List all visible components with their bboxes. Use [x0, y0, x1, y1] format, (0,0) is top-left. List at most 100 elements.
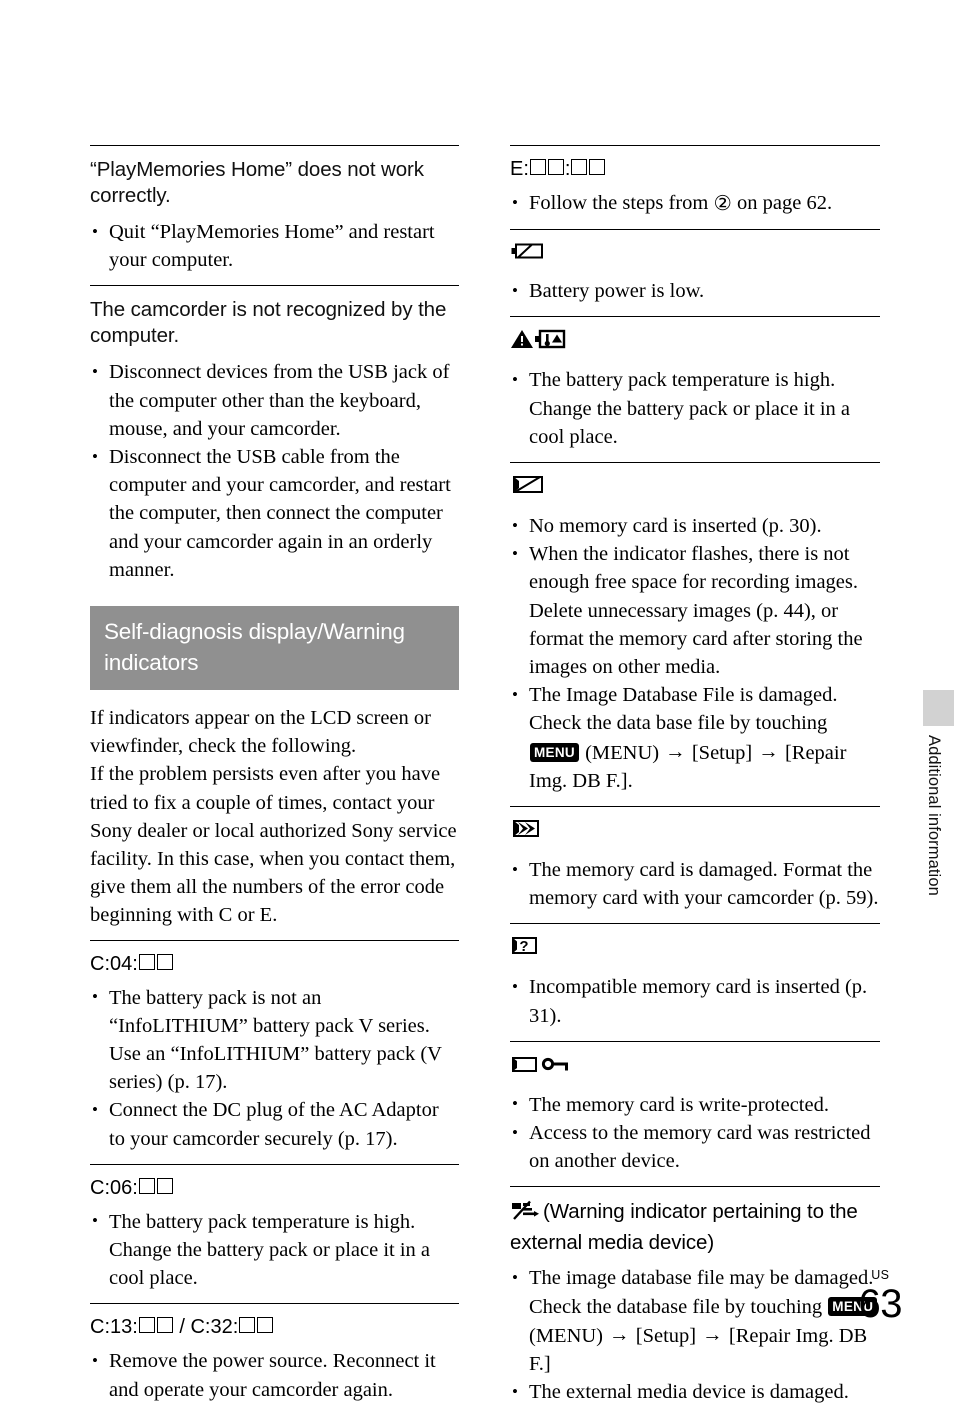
bullet-list-memory-card-damaged: The memory card is damaged. Format the m…: [510, 856, 880, 912]
section-divider: [510, 145, 880, 146]
heading-code-e: E::: [510, 156, 880, 182]
list-item: The memory card is write-protected.: [510, 1090, 880, 1119]
svg-text:?: ?: [519, 938, 528, 955]
section-divider: [510, 1186, 880, 1188]
section-divider: [510, 923, 880, 925]
heading-no-memory-card: [510, 474, 880, 505]
list-item: The battery pack temperature is high. Ch…: [510, 366, 880, 451]
memory-card-write-protect-icon: [510, 1053, 572, 1084]
text-fragment: The image database file may be damaged. …: [529, 1267, 874, 1318]
code-label-2: C:32:: [190, 1316, 239, 1339]
section-divider: [510, 462, 880, 464]
section-divider: [510, 1040, 880, 1042]
list-item: The battery pack is not an “InfoLITHIUM”…: [90, 983, 459, 1097]
section-divider: [90, 1303, 459, 1305]
list-item: Follow the steps from ② on page 62.: [510, 188, 880, 218]
section-divider: [90, 145, 459, 146]
arrow-icon: →: [609, 1323, 630, 1346]
no-memory-card-icon: [510, 474, 548, 505]
heading-code-c06: C:06:: [90, 1175, 459, 1201]
text-fragment: on page 62.: [731, 192, 833, 214]
list-item: Remove the power source. Reconnect it an…: [90, 1347, 459, 1403]
list-item: The memory card is damaged. Format the m…: [510, 856, 880, 912]
placeholder-square: [257, 1317, 274, 1334]
chapter-tab-marker: [923, 690, 954, 726]
intro-line-2: If the problem persists even after you h…: [90, 763, 457, 927]
section-divider: [510, 806, 880, 808]
bullet-list-battery-temperature: The battery pack temperature is high. Ch…: [510, 366, 880, 451]
placeholder-square: [156, 953, 173, 970]
list-item: Access to the memory card was restricted…: [510, 1119, 880, 1175]
placeholder-square: [239, 1317, 256, 1334]
folio-locale: US: [871, 1268, 890, 1282]
text-fragment: The Image Database File is damaged. Chec…: [529, 684, 838, 735]
placeholder-square: [529, 159, 546, 175]
list-item: The Image Database File is damaged. Chec…: [510, 681, 880, 795]
heading-memory-card-write-protected: [510, 1053, 880, 1084]
arrow-icon: →: [665, 740, 686, 763]
menu-badge[interactable]: MENU: [530, 743, 579, 763]
section-banner-self-diagnosis: Self-diagnosis display/Warning indicator…: [90, 606, 459, 691]
list-item: Quit “PlayMemories Home” and restart you…: [90, 217, 459, 274]
memory-card-incompatible-icon: ?: [510, 935, 542, 966]
heading-battery-low: [510, 241, 880, 270]
list-item: Connect the DC plug of the AC Adaptor to…: [90, 1096, 459, 1152]
bullet-list-no-memory-card: No memory card is inserted (p. 30). When…: [510, 512, 880, 795]
bullet-list-battery-low: Battery power is low.: [510, 277, 880, 305]
bullet-list-playmemories: Quit “PlayMemories Home” and restart you…: [90, 217, 459, 274]
heading-code-c13-c32: C:13: / C:32:: [90, 1314, 459, 1340]
text-fragment: (MENU): [529, 1324, 609, 1347]
placeholder-square: [138, 1177, 155, 1194]
code-label: E:: [510, 158, 529, 180]
page-folio: US 63: [859, 1268, 903, 1325]
list-item: Incompatible memory card is inserted (p.…: [510, 973, 880, 1029]
arrow-icon: →: [758, 740, 779, 763]
placeholder-square: [571, 159, 588, 175]
text-fragment: (MENU): [579, 741, 665, 764]
bullet-list-memory-card-incompatible: Incompatible memory card is inserted (p.…: [510, 973, 880, 1029]
heading-camcorder-not-recognized: The camcorder is not recognized by the c…: [90, 298, 447, 348]
text-fragment: Follow the steps from: [529, 192, 714, 214]
placeholder-square: [138, 1317, 155, 1334]
memory-card-damaged-icon: [510, 818, 544, 849]
bullet-list-write-protected: The memory card is write-protected. Acce…: [510, 1090, 880, 1176]
external-media-heading-text: (Warning indicator pertaining to the ext…: [510, 1200, 858, 1255]
left-column: “PlayMemories Home” does not work correc…: [90, 145, 459, 1415]
heading-memory-card-damaged: [510, 818, 880, 849]
bullet-list-c13-c32: Remove the power source. Reconnect it an…: [90, 1347, 459, 1403]
heading-external-media-warning: (Warning indicator pertaining to the ext…: [510, 1198, 880, 1256]
list-item: The image database file may be damaged. …: [510, 1264, 880, 1378]
code-separator: /: [173, 1316, 191, 1339]
battery-low-icon: [510, 241, 546, 270]
code-separator: :: [564, 158, 571, 180]
section-divider: [510, 229, 880, 231]
text-fragment: [Setup]: [630, 1324, 702, 1347]
section-divider: [90, 285, 459, 287]
placeholder-square: [138, 953, 155, 970]
warning-battery-temperature-icon: [510, 328, 566, 359]
bullet-list-e-code: Follow the steps from ② on page 62.: [510, 188, 880, 218]
placeholder-square: [589, 159, 606, 175]
circled-number-2: ②: [713, 193, 732, 215]
placeholder-square: [156, 1317, 173, 1334]
bullet-list-camcorder-not-recognized: Disconnect devices from the USB jack of …: [90, 358, 459, 584]
folio-number: 63: [858, 1282, 903, 1326]
text-fragment: [Setup]: [686, 741, 758, 764]
list-item: The battery pack temperature is high. Ch…: [90, 1207, 459, 1293]
section-divider: [510, 316, 880, 318]
code-label: C:04:: [90, 952, 138, 975]
bullet-list-c06: The battery pack temperature is high. Ch…: [90, 1207, 459, 1293]
list-item: Battery power is low.: [510, 277, 880, 305]
external-media-warning-icon: [510, 1200, 540, 1229]
right-column: E:: Follow the steps from ② on page 62. …: [510, 145, 880, 1417]
section-divider: [90, 1163, 459, 1165]
placeholder-square: [156, 1177, 173, 1194]
chapter-side-label: Additional information: [925, 735, 943, 896]
list-item: Disconnect the USB cable from the comput…: [90, 443, 459, 584]
list-item: The external media device is damaged.: [510, 1378, 880, 1406]
code-label: C:13:: [90, 1316, 138, 1339]
bullet-list-c04: The battery pack is not an “InfoLITHIUM”…: [90, 983, 459, 1153]
code-label: C:06:: [90, 1176, 138, 1199]
bullet-list-external-media: The image database file may be damaged. …: [510, 1264, 880, 1406]
arrow-icon: →: [702, 1323, 723, 1346]
